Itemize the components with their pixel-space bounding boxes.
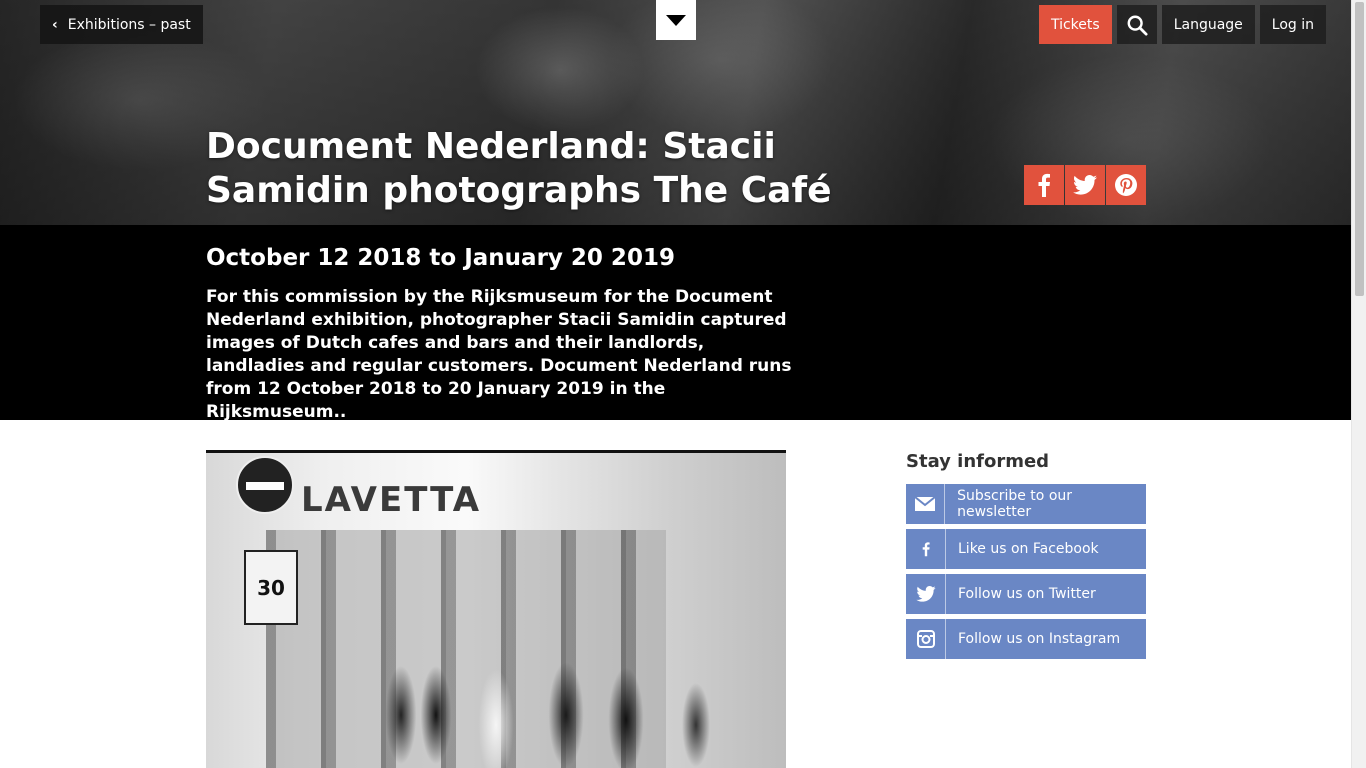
login-button[interactable]: Log in (1259, 5, 1326, 44)
facebook-icon (1038, 173, 1050, 197)
twitter-follow-label: Follow us on Twitter (958, 586, 1096, 602)
page-scrollbar[interactable] (1351, 0, 1366, 768)
exhibition-intro: October 12 2018 to January 20 2019 For t… (0, 225, 1351, 422)
menu-toggle-button[interactable] (656, 0, 696, 40)
exhibition-photo: LAVETTA 30 (206, 450, 786, 768)
search-button[interactable] (1116, 5, 1157, 44)
instagram-follow-label: Follow us on Instagram (958, 631, 1121, 647)
language-button[interactable]: Language (1161, 5, 1255, 44)
envelope-icon (906, 484, 946, 524)
share-buttons (1024, 165, 1146, 205)
exhibition-description: For this commission by the Rijksmuseum f… (206, 287, 792, 422)
stay-informed-panel: Stay informed Subscribe to our newslette… (906, 451, 1146, 664)
twitter-icon (906, 574, 946, 614)
caret-down-icon (666, 14, 686, 26)
twitter-follow-button[interactable]: Follow us on Twitter (906, 574, 1146, 614)
exhibition-dates: October 12 2018 to January 20 2019 (206, 245, 675, 271)
twitter-icon (1073, 175, 1097, 195)
no-entry-sign (236, 456, 294, 514)
language-label: Language (1173, 16, 1243, 33)
share-twitter-button[interactable] (1065, 165, 1105, 205)
back-link-label: Exhibitions – past (67, 16, 191, 33)
tickets-button[interactable]: Tickets (1038, 5, 1112, 44)
facebook-icon (906, 529, 946, 569)
stay-informed-heading: Stay informed (906, 451, 1050, 472)
share-pinterest-button[interactable] (1106, 165, 1146, 205)
instagram-icon (906, 619, 946, 659)
scrollbar-thumb[interactable] (1355, 2, 1364, 296)
instagram-follow-button[interactable]: Follow us on Instagram (906, 619, 1146, 659)
zone-speed-sign: 30 (244, 550, 298, 625)
search-icon (1127, 15, 1148, 36)
tickets-label: Tickets (1050, 16, 1100, 33)
login-label: Log in (1271, 16, 1314, 33)
back-to-exhibitions-link[interactable]: ‹ Exhibitions – past (40, 5, 203, 44)
facebook-follow-label: Like us on Facebook (958, 541, 1099, 557)
newsletter-label: Subscribe to our newsletter (957, 488, 1073, 520)
facebook-follow-button[interactable]: Like us on Facebook (906, 529, 1146, 569)
pinterest-icon (1115, 174, 1137, 196)
newsletter-button[interactable]: Subscribe to our newsletter (906, 484, 1146, 524)
page-title: Document Nederland: Stacii Samidin photo… (206, 126, 832, 211)
photo-sign-text: LAVETTA (301, 480, 482, 520)
share-facebook-button[interactable] (1024, 165, 1064, 205)
chevron-left-icon: ‹ (52, 16, 58, 33)
photo-subjects (376, 625, 736, 768)
top-navigation: Tickets Language Log in (1038, 5, 1326, 44)
